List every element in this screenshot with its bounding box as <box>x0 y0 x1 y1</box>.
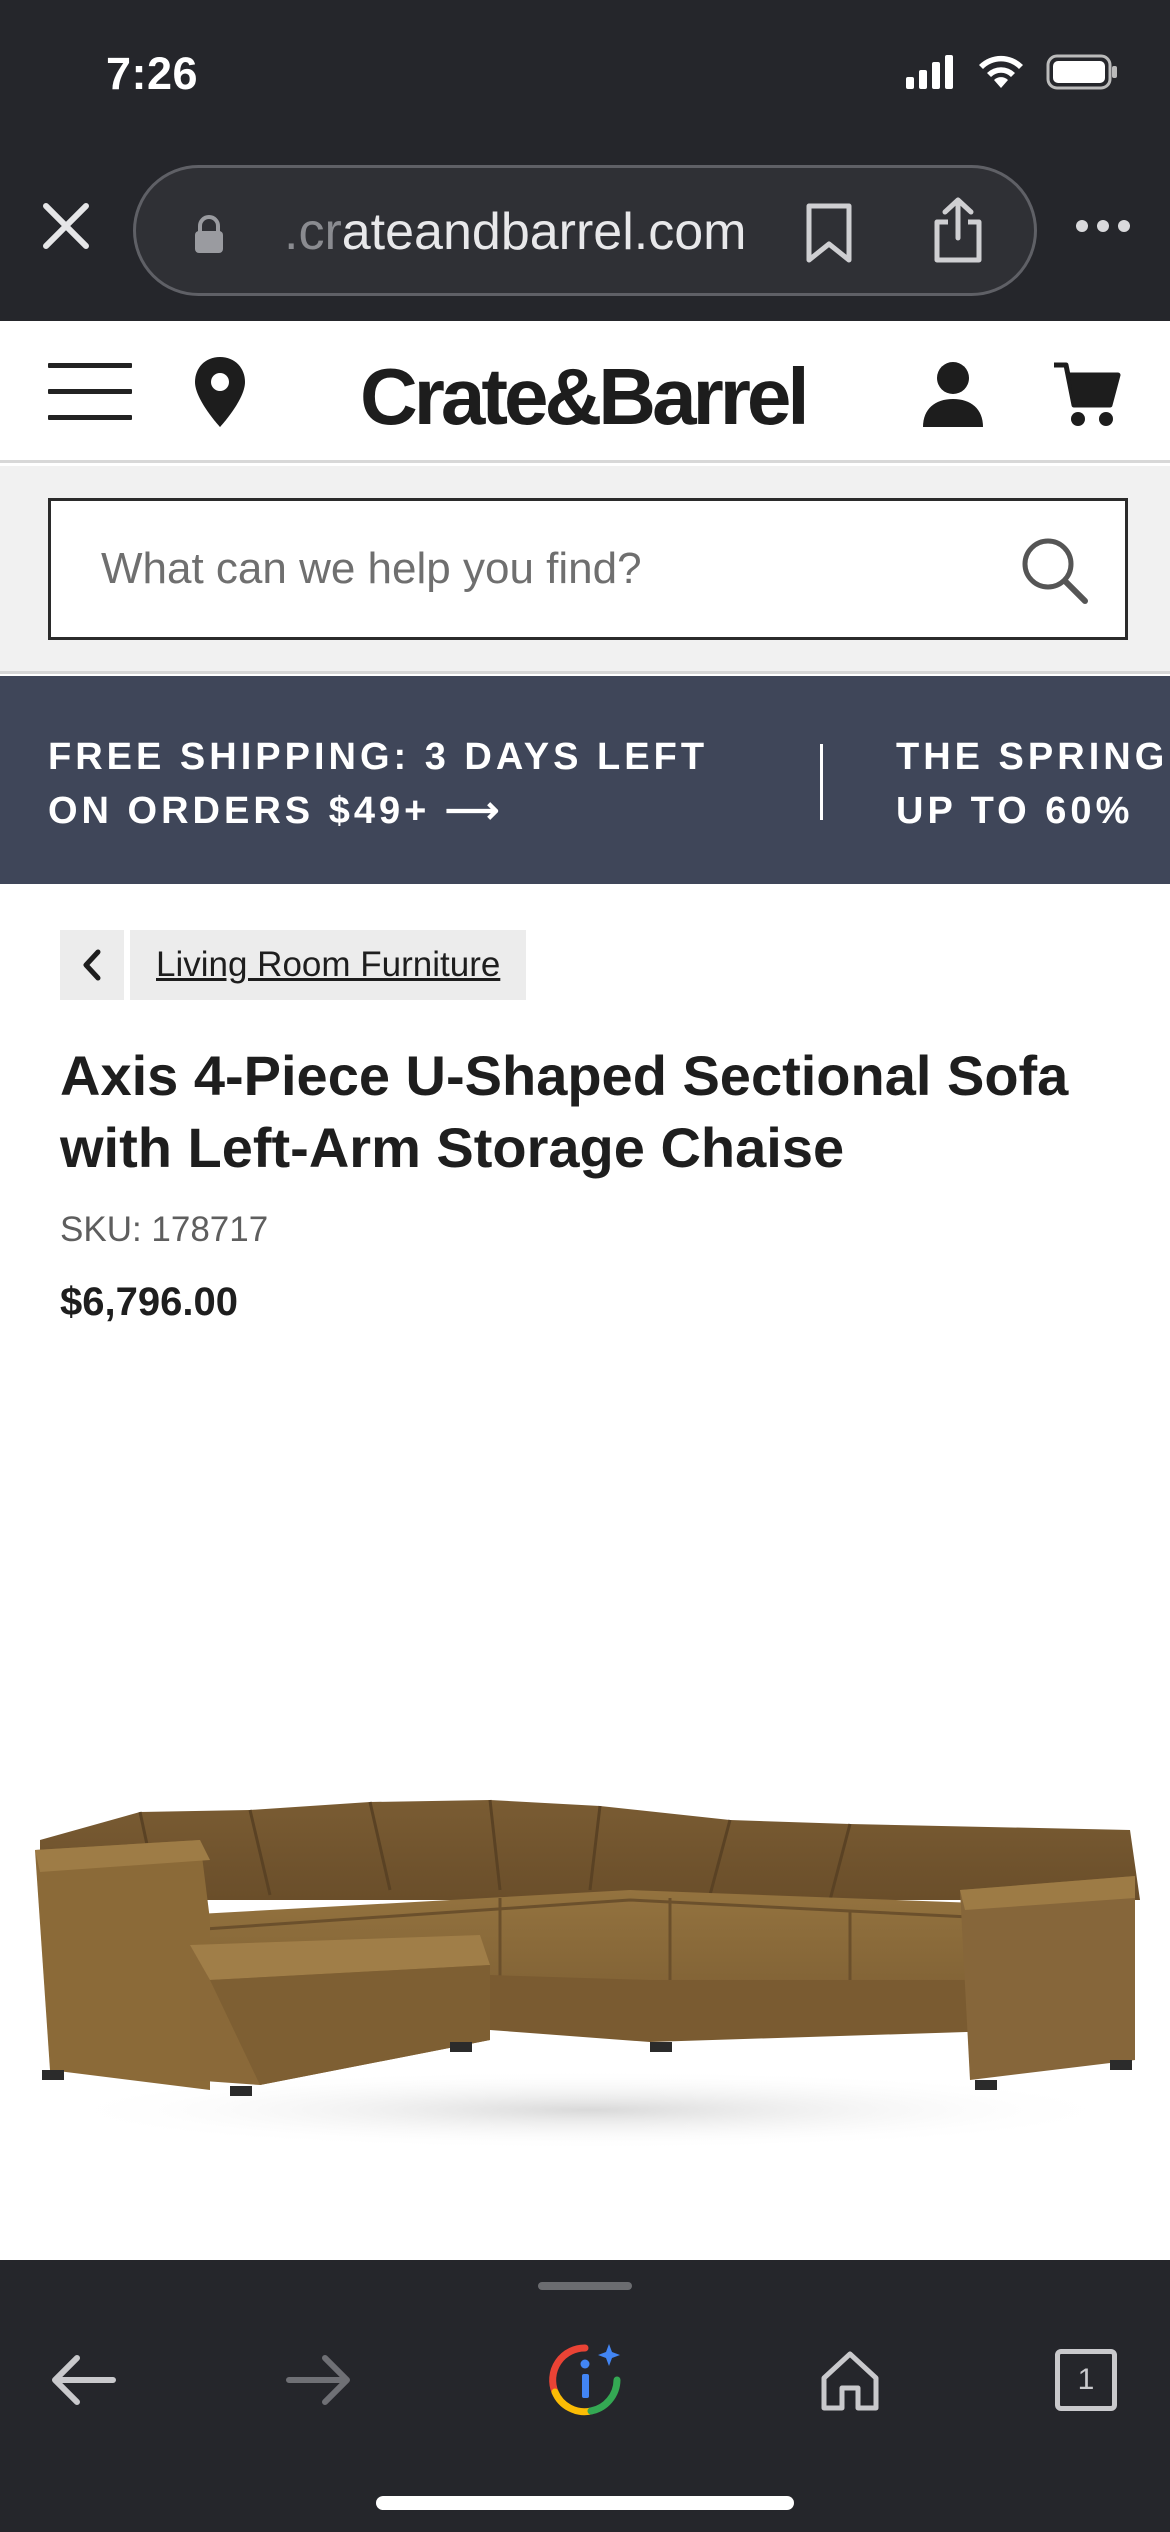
promo-divider <box>820 744 823 820</box>
sale-promo-line2: UP TO 60% <box>896 790 1134 832</box>
more-options-button[interactable] <box>1076 220 1130 232</box>
brand-logo[interactable]: Crate&Barrel <box>360 351 810 443</box>
url-faded-prefix: .cr <box>284 203 342 261</box>
status-time: 7:26 <box>106 48 199 99</box>
account-icon[interactable] <box>920 359 986 429</box>
more-dot-icon <box>1076 220 1088 232</box>
chevron-left-icon <box>83 949 101 981</box>
home-indicator <box>376 2496 794 2510</box>
product-price: $6,796.00 <box>60 1280 238 1324</box>
home-button[interactable] <box>800 2330 900 2430</box>
product-title: Axis 4-Piece U-Shaped Sectional Sofa wit… <box>60 1044 1069 1179</box>
site-header: Crate&Barrel <box>0 321 1170 463</box>
product-sku: SKU: 178717 <box>60 1210 269 1249</box>
close-icon <box>43 203 89 249</box>
breadcrumb-back-button[interactable] <box>60 930 124 1000</box>
sale-promo-line1: THE SPRING <box>896 736 1169 778</box>
forward-button[interactable] <box>270 2330 370 2430</box>
status-icons <box>906 54 1118 90</box>
battery-icon <box>1046 54 1117 90</box>
product-image[interactable] <box>30 1780 1150 2160</box>
google-lens-icon <box>549 2344 621 2416</box>
shipping-promo-line1: FREE SHIPPING: 3 DAYS LEFT <box>48 736 709 778</box>
promo-banner[interactable]: FREE SHIPPING: 3 DAYS LEFT ON ORDERS $49… <box>0 676 1170 884</box>
share-icon[interactable] <box>932 196 984 264</box>
location-pin-icon[interactable] <box>192 355 248 429</box>
search-icon[interactable] <box>1019 535 1089 605</box>
lock-icon <box>195 215 223 253</box>
url-text[interactable]: .crateandbarrel.com <box>284 202 746 262</box>
shipping-promo-line2: ON ORDERS $49+ <box>48 790 431 832</box>
arrow-right-icon: ⟶ <box>444 790 504 832</box>
browser-top-chrome: 7:26 .crateandbarrel.com <box>0 0 1170 321</box>
breadcrumb: Living Room Furniture <box>60 930 527 1000</box>
more-dot-icon <box>1118 220 1130 232</box>
browser-bottom-toolbar: 1 <box>0 2260 1170 2532</box>
arrow-right-icon <box>286 2355 350 2405</box>
bookmark-icon[interactable] <box>804 202 854 264</box>
search-box <box>48 498 1128 640</box>
tab-count: 1 <box>1055 2349 1117 2411</box>
close-tab-button[interactable] <box>36 196 96 256</box>
lens-button[interactable] <box>535 2330 635 2430</box>
back-button[interactable] <box>32 2330 132 2430</box>
address-bar[interactable]: .crateandbarrel.com <box>133 165 1037 296</box>
cart-icon[interactable] <box>1052 359 1122 431</box>
shipping-promo[interactable]: FREE SHIPPING: 3 DAYS LEFT ON ORDERS $49… <box>48 730 708 838</box>
tabs-button[interactable]: 1 <box>1036 2330 1136 2430</box>
more-dot-icon <box>1097 220 1109 232</box>
url-domain: ateandbarrel.com <box>341 203 747 261</box>
menu-icon[interactable] <box>48 363 132 421</box>
breadcrumb-link[interactable]: Living Room Furniture <box>130 930 527 1000</box>
cellular-signal-icon <box>906 55 953 89</box>
search-input[interactable] <box>51 501 1011 637</box>
home-icon <box>821 2351 879 2411</box>
sale-promo[interactable]: THE SPRING UP TO 60% <box>896 730 1168 838</box>
search-section <box>0 466 1170 674</box>
arrow-left-icon <box>52 2355 116 2405</box>
wifi-icon <box>979 55 1023 88</box>
drag-handle[interactable] <box>538 2282 632 2290</box>
